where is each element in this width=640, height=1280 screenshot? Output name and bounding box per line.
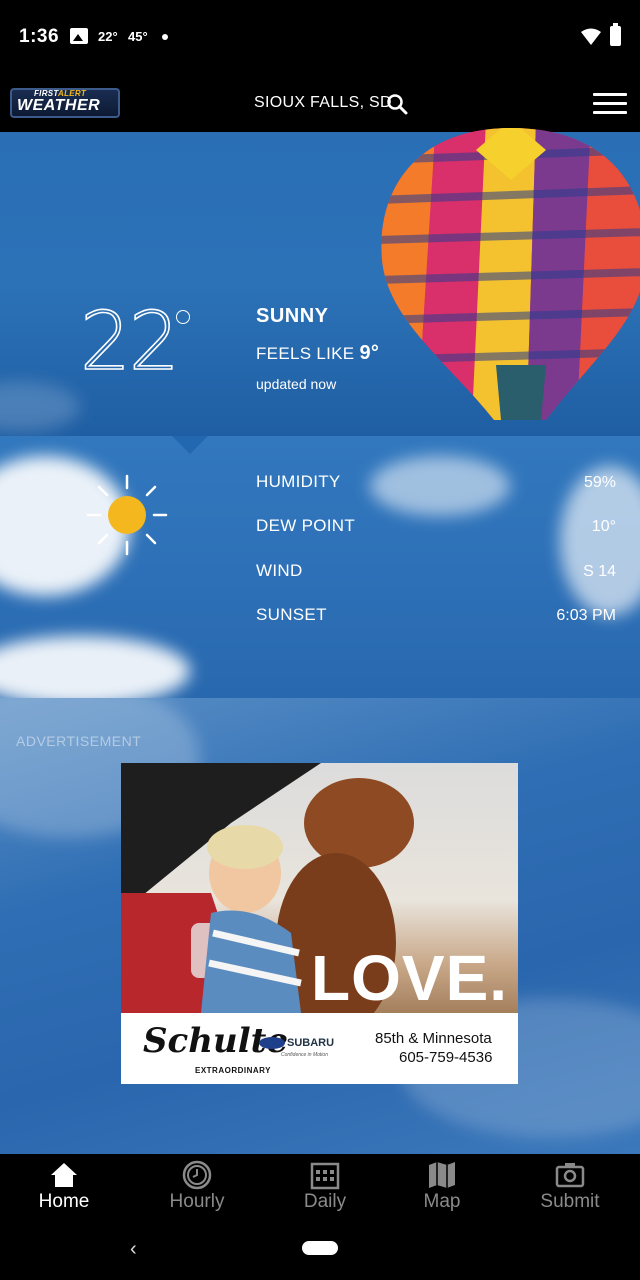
- hero-cloud: [0, 382, 80, 432]
- ad-phone: 605-759-4536: [399, 1049, 493, 1066]
- subaru-logo-icon: [259, 1037, 285, 1049]
- nav-label-submit: Submit: [540, 1191, 600, 1212]
- ad-headline: LOVE.: [311, 942, 509, 1014]
- feels-like: FEELS LIKE 9°: [256, 342, 379, 365]
- system-navigation-bar: ‹: [0, 1218, 640, 1280]
- status-time: 1:36: [19, 26, 60, 47]
- feels-like-value: 9°: [359, 342, 380, 364]
- updated-text: updated now: [256, 376, 337, 392]
- calendar-icon: [310, 1162, 340, 1190]
- nav-home[interactable]: Home: [0, 1154, 128, 1218]
- map-icon: [429, 1162, 455, 1188]
- nav-label-hourly: Hourly: [169, 1191, 225, 1212]
- detail-label-sunset: SUNSET: [256, 605, 327, 624]
- detail-value-dew-point: 10°: [591, 518, 616, 535]
- advertisement-label: ADVERTISEMENT: [16, 733, 142, 749]
- nav-submit[interactable]: Submit: [506, 1154, 634, 1218]
- status-temp-1: 22°: [98, 29, 118, 44]
- nav-label-home: Home: [38, 1191, 90, 1212]
- first-alert-weather-logo[interactable]: FIRSTALERT WEATHER: [10, 88, 120, 118]
- feels-like-label: FEELS LIKE: [256, 344, 355, 363]
- image-notification-icon: [70, 28, 88, 44]
- degree-symbol: [176, 310, 190, 324]
- status-temp-2: 45°: [128, 29, 148, 44]
- nav-hourly[interactable]: Hourly: [133, 1154, 261, 1218]
- detail-value-humidity: 59%: [583, 474, 616, 491]
- status-bar: 1:36 22° 45°: [0, 0, 640, 76]
- back-icon[interactable]: ‹: [130, 1238, 137, 1261]
- ad-brand-sub: EXTRAORDINARY: [195, 1066, 271, 1075]
- notification-dot-icon: [162, 34, 168, 40]
- hot-air-balloon-image: [381, 128, 640, 420]
- condition-text: SUNNY: [256, 305, 329, 327]
- detail-value-sunset: 6:03 PM: [556, 607, 616, 624]
- clock-icon: [182, 1160, 212, 1190]
- ad-partner: SUBARU: [287, 1037, 335, 1049]
- advertisement-banner[interactable]: LOVE. Schulte EXTRAORDINARY SUBARU Confi…: [121, 763, 518, 1084]
- battery-icon: [610, 23, 621, 46]
- detail-value-wind: S 14: [583, 563, 616, 580]
- cloud-decoration: [0, 636, 190, 698]
- detail-label-humidity: HUMIDITY: [256, 472, 341, 491]
- nav-map[interactable]: Map: [378, 1154, 506, 1218]
- hamburger-menu-icon[interactable]: [593, 93, 627, 117]
- current-temperature: 22: [79, 295, 180, 388]
- location-label[interactable]: SIOUX FALLS, SD: [254, 94, 392, 112]
- detail-label-dew-point: DEW POINT: [256, 516, 356, 535]
- nav-label-daily: Daily: [303, 1191, 347, 1212]
- bottom-navigation: Home Hourly Daily Map Submit: [0, 1154, 640, 1218]
- ad-address: 85th & Minnesota: [375, 1030, 492, 1047]
- home-icon: [51, 1163, 77, 1187]
- search-icon[interactable]: [386, 93, 408, 115]
- sunny-icon: [86, 474, 168, 556]
- panel-pointer: [172, 436, 208, 454]
- ad-partner-tag: Confidence in Motion: [281, 1052, 328, 1058]
- nav-label-map: Map: [423, 1191, 461, 1212]
- cloud-decoration: [370, 456, 510, 516]
- detail-label-wind: WIND: [256, 561, 303, 580]
- wifi-icon: [581, 28, 601, 45]
- logo-weather-text: WEATHER: [17, 97, 101, 114]
- camera-icon: [555, 1163, 585, 1188]
- nav-daily[interactable]: Daily: [261, 1154, 389, 1218]
- home-pill-icon[interactable]: [302, 1241, 338, 1255]
